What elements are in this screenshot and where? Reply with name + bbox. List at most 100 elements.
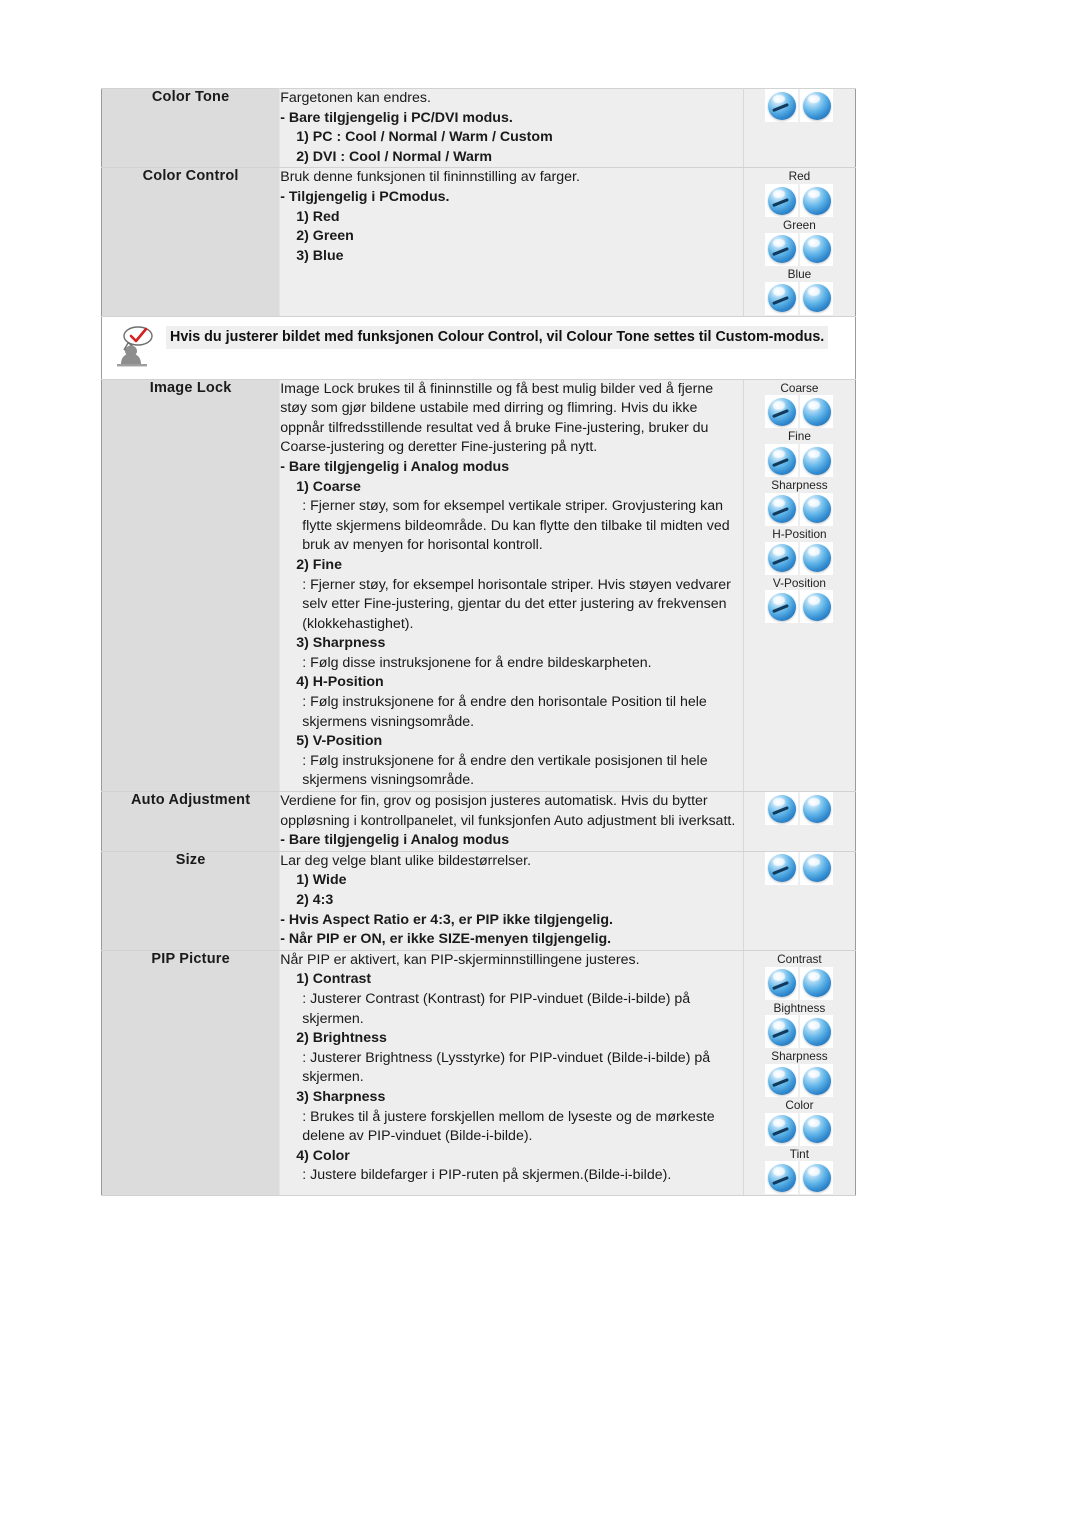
arrow-orb-icon[interactable] xyxy=(765,1064,799,1097)
description-line: - Hvis Aspect Ratio er 4:3, er PIP ikke … xyxy=(280,911,613,928)
arrow-orb-icon[interactable] xyxy=(765,395,799,429)
plain-orb-icon[interactable] xyxy=(800,184,834,218)
arrow-orb-glyph xyxy=(767,854,796,883)
arrow-orb-icon[interactable] xyxy=(765,89,799,122)
note-cell: Hvis du justerer bildet med funksjonen C… xyxy=(101,315,856,380)
arrow-orb-icon[interactable] xyxy=(765,1161,799,1195)
description-line: Image Lock brukes til å fininnstille og … xyxy=(280,380,714,456)
plain-orb-icon[interactable] xyxy=(800,1112,834,1146)
plain-orb-icon[interactable] xyxy=(800,395,834,429)
control-button-caption: Bightness xyxy=(773,1000,826,1015)
arrow-orb-icon[interactable] xyxy=(765,792,799,826)
feature-description-cell-size: Lar deg velge blant ulike bildestørrelse… xyxy=(279,850,744,951)
plain-orb-glyph xyxy=(802,1115,831,1144)
plain-orb-glyph xyxy=(802,91,831,120)
arrow-orb-glyph xyxy=(767,235,796,264)
table-row: Auto Adjustment Verdiene for fin, grov og… xyxy=(101,791,856,852)
description-line: 2) Fine xyxy=(296,556,342,573)
description-line: - Bare tilgjengelig i PC/DVI modus. xyxy=(280,109,513,126)
description-line: : Følg disse instruksjonene for å endre … xyxy=(302,654,652,671)
arrow-orb-icon[interactable] xyxy=(765,444,799,478)
table-row: Color Tone Fargetonen kan endres. - Bare t… xyxy=(101,87,856,169)
osd-manual-table-wrapper: Color Tone Fargetonen kan endres. - Bare t… xyxy=(101,87,856,1197)
plain-orb-icon[interactable] xyxy=(800,444,834,478)
plain-orb-glyph xyxy=(802,397,831,426)
plain-orb-glyph xyxy=(802,284,831,313)
control-button-group: Coarse xyxy=(744,381,855,429)
description-line: Fargetonen kan endres. xyxy=(280,90,431,106)
description-line: 2) 4:3 xyxy=(296,892,334,909)
plain-orb-icon[interactable] xyxy=(800,792,834,826)
person-speech-bubble-check-icon xyxy=(117,325,153,366)
control-button-pair xyxy=(744,1064,855,1097)
plain-orb-icon[interactable] xyxy=(800,541,834,575)
description-line: 4) Color xyxy=(296,1147,350,1164)
control-button-caption: Blue xyxy=(787,266,812,281)
plain-orb-icon[interactable] xyxy=(800,232,834,266)
description-line: 5) V-Position xyxy=(296,733,383,750)
plain-orb-icon[interactable] xyxy=(800,1161,834,1195)
plain-orb-icon[interactable] xyxy=(800,1064,834,1097)
plain-orb-icon[interactable] xyxy=(800,281,834,315)
control-button-pair xyxy=(744,851,855,885)
feature-label-cell-auto-adjustment: Auto Adjustment xyxy=(101,791,281,852)
arrow-orb-glyph xyxy=(767,284,796,313)
feature-label-cell-size: Size xyxy=(101,850,281,951)
plain-orb-icon[interactable] xyxy=(800,89,834,122)
control-button-pair xyxy=(744,184,855,218)
control-button-pair xyxy=(744,395,855,429)
feature-label: PIP Picture xyxy=(151,950,230,967)
plain-orb-icon[interactable] xyxy=(800,492,834,526)
control-button-caption: Green xyxy=(783,218,816,233)
description-line: : Brukes til å justere forskjellen mello… xyxy=(302,1108,715,1145)
description-line: Bruk denne funksjonen til fininnstilling… xyxy=(280,169,580,186)
plain-orb-glyph xyxy=(802,446,831,475)
arrow-orb-icon[interactable] xyxy=(765,1112,799,1146)
arrow-orb-icon[interactable] xyxy=(765,492,799,526)
feature-description-cell-image-lock: Image Lock brukes til å fininnstille og … xyxy=(279,378,744,793)
control-button-group: Bightness xyxy=(744,1001,855,1049)
description-line: Verdiene for fin, grov og posisjon juste… xyxy=(280,793,736,829)
control-button-caption: Tint xyxy=(789,1146,810,1161)
control-buttons-cell-pip-picture: Contrast Bightness Sharpness Color Tint xyxy=(743,949,856,1197)
description-line: - Tilgjengelig i PCmodus. xyxy=(280,188,450,205)
arrow-orb-glyph xyxy=(767,91,796,120)
arrow-orb-icon[interactable] xyxy=(765,590,799,624)
description-line: - Når PIP er ON, er ikke SIZE-menyen til… xyxy=(280,931,612,948)
feature-description-cell-auto-adjustment: Verdiene for fin, grov og posisjon juste… xyxy=(279,791,744,852)
description-line: - Bare tilgjengelig i Analog modus xyxy=(280,458,510,475)
arrow-orb-icon[interactable] xyxy=(765,184,799,218)
arrow-orb-icon[interactable] xyxy=(765,281,799,315)
description-line: 1) PC : Cool / Normal / Warm / Custom xyxy=(296,129,553,146)
control-button-group xyxy=(744,851,855,885)
control-button-pair xyxy=(744,232,855,266)
control-button-pair xyxy=(744,492,855,526)
arrow-orb-icon[interactable] xyxy=(765,851,799,885)
arrow-orb-glyph xyxy=(767,544,796,573)
control-button-pair xyxy=(744,792,855,826)
control-button-group: Green xyxy=(744,218,855,266)
control-button-caption: Red xyxy=(788,169,811,184)
description-line: : Følg instruksjonene for å endre den ho… xyxy=(302,694,707,730)
control-button-pair xyxy=(744,1015,855,1049)
plain-orb-icon[interactable] xyxy=(800,1015,834,1049)
plain-orb-icon[interactable] xyxy=(800,590,834,624)
arrow-orb-icon[interactable] xyxy=(765,966,799,1000)
description-line: 1) Wide xyxy=(296,872,347,889)
table-row: Image Lock Image Lock brukes til å fininn… xyxy=(101,378,856,793)
description-line: Lar deg velge blant ulike bildestørrelse… xyxy=(280,852,532,869)
arrow-orb-icon[interactable] xyxy=(765,541,799,575)
plain-orb-icon[interactable] xyxy=(800,966,834,1000)
plain-orb-glyph xyxy=(802,794,831,823)
feature-label-cell-color-tone: Color Tone xyxy=(101,87,281,169)
control-button-pair xyxy=(744,541,855,575)
feature-label-cell-pip-picture: PIP Picture xyxy=(101,949,281,1197)
description-line: 1) Coarse xyxy=(296,478,361,495)
arrow-orb-glyph xyxy=(767,969,796,998)
arrow-orb-icon[interactable] xyxy=(765,232,799,266)
plain-orb-glyph xyxy=(802,854,831,883)
arrow-orb-icon[interactable] xyxy=(765,1015,799,1049)
description-line: 3) Blue xyxy=(296,247,344,264)
plain-orb-icon[interactable] xyxy=(800,851,834,885)
description-line: 1) Contrast xyxy=(296,971,372,988)
